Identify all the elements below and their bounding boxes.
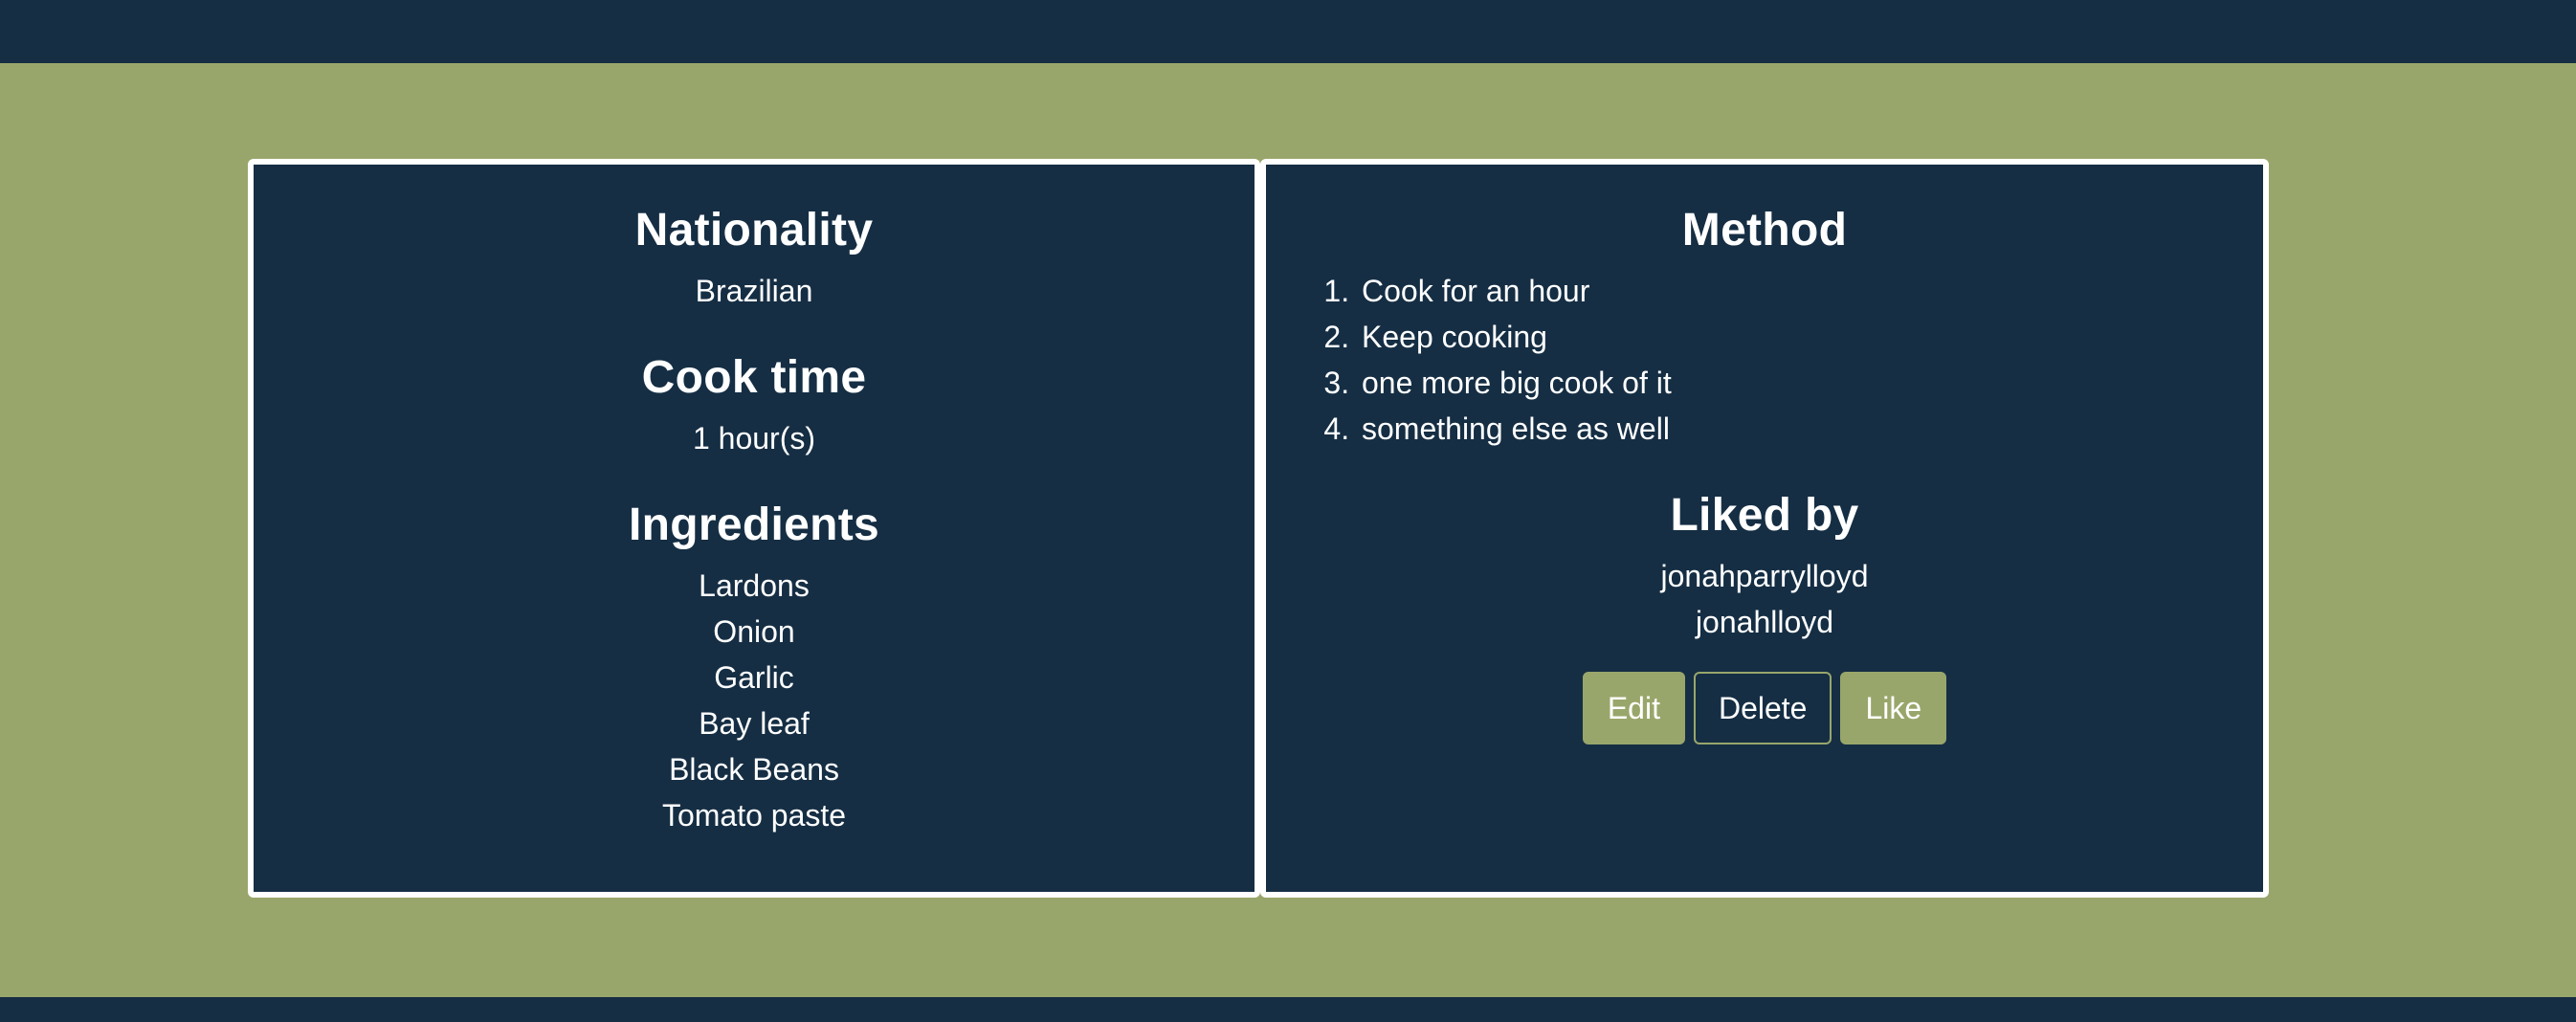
footer-bar [0,997,2576,1022]
method-heading: Method [1681,205,1848,256]
ingredient-item: Garlic [714,660,794,695]
method-step: something else as well [1358,406,2263,452]
method-step: Cook for an hour [1358,268,2263,314]
cook-time-value: 1 hour(s) [692,421,816,455]
liked-by-list: jonahparrylloyd jonahlloyd [1266,553,2263,645]
ingredients-list: Lardons Onion Garlic Bay leaf Black Bean… [254,563,1255,838]
method-step: one more big cook of it [1358,360,2263,406]
recipe-method-card: Method Cook for an hour Keep cooking one… [1260,159,2269,898]
ingredient-item: Bay leaf [699,706,810,741]
recipe-actions: Edit Delete Like [1266,672,2263,744]
ingredient-item: Tomato paste [661,798,847,833]
liked-by-user: jonahlloyd [1695,605,1834,639]
ingredient-item: Black Beans [669,752,839,787]
like-button[interactable]: Like [1840,672,1947,744]
method-step: Keep cooking [1358,314,2263,360]
method-steps-list: Cook for an hour Keep cooking one more b… [1266,268,2263,452]
recipe-details-card: Nationality Brazilian Cook time 1 hour(s… [248,159,1260,898]
liked-by-user: jonahparrylloyd [1660,559,1869,593]
liked-by-heading: Liked by [1670,490,1859,541]
delete-button[interactable]: Delete [1693,672,1832,744]
top-nav-bar [0,0,2576,63]
nationality-heading: Nationality [634,205,874,256]
cook-time-heading: Cook time [641,352,867,403]
nationality-value: Brazilian [695,274,813,308]
edit-button[interactable]: Edit [1582,672,1685,744]
ingredient-item: Onion [713,614,795,649]
ingredients-heading: Ingredients [628,500,879,550]
ingredient-item: Lardons [699,568,810,603]
